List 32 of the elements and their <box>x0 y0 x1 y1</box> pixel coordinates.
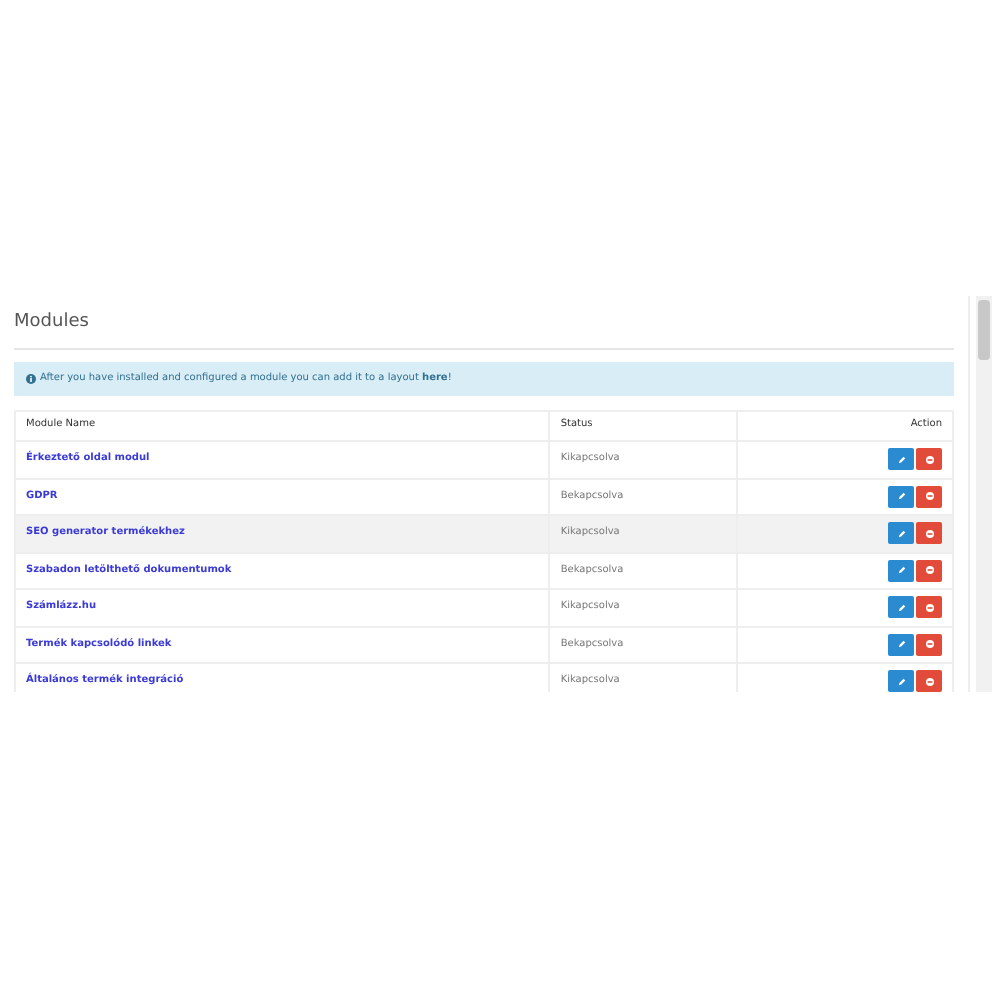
delete-button[interactable] <box>916 559 942 582</box>
minus-circle-icon <box>925 640 933 649</box>
delete-button[interactable] <box>916 596 942 619</box>
scrollbar[interactable] <box>976 296 992 692</box>
edit-button[interactable] <box>888 559 914 582</box>
edit-button[interactable] <box>888 448 914 471</box>
minus-circle-icon <box>925 455 933 464</box>
edit-button[interactable] <box>888 670 914 692</box>
pencil-icon <box>897 492 905 501</box>
minus-circle-icon <box>925 603 933 612</box>
minus-circle-icon <box>925 677 933 686</box>
edit-button[interactable] <box>888 596 914 619</box>
scrollbar-thumb[interactable] <box>978 300 990 360</box>
pencil-icon <box>897 455 905 464</box>
pencil-icon <box>897 529 905 538</box>
minus-circle-icon <box>925 529 933 538</box>
info-icon <box>26 373 36 384</box>
delete-button[interactable] <box>916 670 942 692</box>
panel-title: Modules <box>14 302 954 349</box>
edit-button[interactable] <box>888 522 914 545</box>
edit-button[interactable] <box>888 633 914 656</box>
edit-button[interactable] <box>888 485 914 508</box>
pencil-icon <box>897 640 905 649</box>
pencil-icon <box>897 603 905 612</box>
delete-button[interactable] <box>916 522 942 545</box>
minus-circle-icon <box>925 566 933 575</box>
pencil-icon <box>897 566 905 575</box>
minus-circle-icon <box>925 492 933 501</box>
pencil-icon <box>897 677 905 686</box>
delete-button[interactable] <box>916 485 942 508</box>
delete-button[interactable] <box>916 448 942 471</box>
delete-button[interactable] <box>916 633 942 656</box>
